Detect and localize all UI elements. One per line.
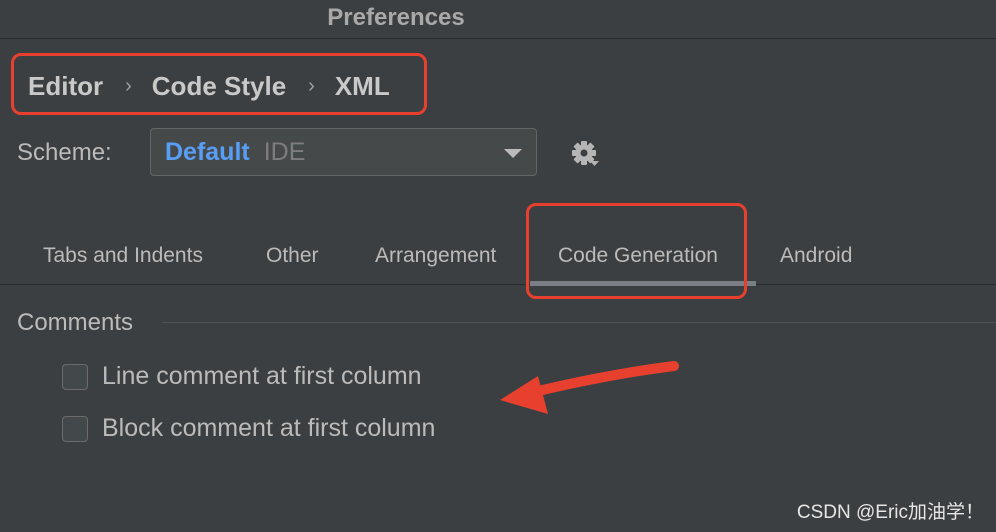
tab-highlight-box	[526, 203, 747, 299]
tab-tabs-and-indents[interactable]: Tabs and Indents	[43, 244, 203, 268]
arrow-annotation	[500, 361, 679, 414]
section-title-comments: Comments	[17, 309, 134, 336]
chevron-down-icon	[504, 149, 522, 158]
tab-other[interactable]: Other	[266, 244, 319, 268]
section-divider	[162, 322, 996, 323]
scheme-kind: IDE	[263, 137, 306, 166]
line-comment-checkbox[interactable]	[62, 363, 88, 390]
block-comment-checkbox[interactable]	[62, 415, 88, 442]
window-title: Preferences	[327, 4, 465, 31]
tab-android[interactable]: Android	[780, 244, 852, 268]
title-bar: Preferences	[0, 0, 996, 39]
scheme-name: Default	[165, 137, 250, 166]
line-comment-label: Line comment at first column	[102, 362, 422, 390]
block-comment-label: Block comment at first column	[102, 414, 436, 442]
scheme-label: Scheme:	[17, 139, 112, 166]
line-comment-option[interactable]: Line comment at first column	[62, 362, 422, 391]
watermark-text: CSDN @Eric加油学！	[796, 502, 984, 523]
block-comment-option[interactable]: Block comment at first column	[62, 414, 435, 443]
scheme-settings-button[interactable]	[566, 136, 606, 176]
breadcrumb-highlight-box	[11, 53, 427, 115]
tab-arrangement[interactable]: Arrangement	[375, 244, 496, 268]
gear-icon	[572, 141, 599, 166]
scheme-dropdown[interactable]: Default IDE	[150, 128, 537, 176]
tab-bar: Tabs and Indents Other Arrangement Code …	[0, 232, 996, 285]
